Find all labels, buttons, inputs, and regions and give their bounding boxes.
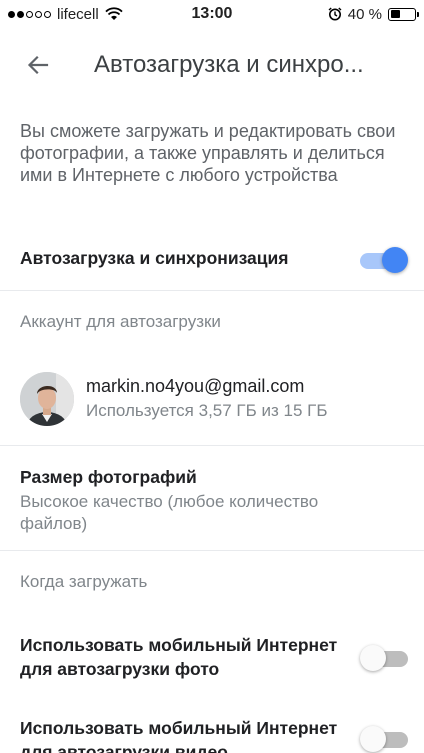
mobile-photo-row[interactable]: Использовать мобильный Интернет для авто… bbox=[0, 625, 424, 685]
sync-toggle-label: Автозагрузка и синхронизация bbox=[20, 248, 289, 268]
alarm-icon bbox=[328, 7, 342, 21]
when-section-header: Когда загружать bbox=[20, 572, 148, 591]
mobile-photo-label-line2: для автозагрузки фото bbox=[20, 659, 220, 679]
toggle-thumb bbox=[360, 726, 386, 752]
page-title: Автозагрузка и синхро... bbox=[94, 51, 364, 78]
mobile-video-label: Использовать мобильный Интернет для авто… bbox=[20, 716, 350, 753]
battery-fill bbox=[390, 10, 400, 18]
divider bbox=[0, 290, 424, 291]
sync-toggle-switch[interactable] bbox=[360, 247, 408, 273]
mobile-photo-label: Использовать мобильный Интернет для авто… bbox=[20, 633, 350, 681]
battery-percent: 40 % bbox=[347, 5, 382, 23]
account-text: markin.no4you@gmail.com Используется 3,5… bbox=[86, 376, 328, 421]
photo-size-title: Размер фотографий bbox=[20, 467, 197, 487]
mobile-photo-label-line1: Использовать мобильный Интернет bbox=[20, 635, 338, 655]
sync-toggle-row[interactable]: Автозагрузка и синхронизация bbox=[0, 232, 424, 288]
account-email: markin.no4you@gmail.com bbox=[86, 376, 305, 396]
avatar-image bbox=[20, 372, 74, 426]
status-left: lifecell bbox=[8, 6, 123, 23]
carrier-name: lifecell bbox=[57, 5, 99, 23]
signal-strength-icon bbox=[8, 10, 51, 18]
mobile-video-toggle[interactable] bbox=[360, 726, 408, 752]
divider bbox=[0, 445, 424, 446]
description-text: Вы сможете загружать и редактировать сво… bbox=[20, 121, 396, 185]
photo-size-row[interactable]: Размер фотографий Высокое качество (любо… bbox=[0, 455, 424, 545]
back-button[interactable] bbox=[18, 45, 58, 85]
mobile-video-row[interactable]: Использовать мобильный Интернет для авто… bbox=[0, 708, 424, 753]
battery-icon bbox=[388, 7, 419, 21]
account-usage: Используется 3,57 ГБ из 15 ГБ bbox=[86, 401, 328, 420]
toggle-thumb bbox=[360, 645, 386, 671]
status-bar: lifecell 13:00 40 % bbox=[0, 0, 424, 28]
arrow-back-icon bbox=[27, 55, 49, 75]
status-right: 40 % bbox=[328, 5, 419, 23]
mobile-video-label-line2: для автозагрузки видео bbox=[20, 742, 228, 753]
divider bbox=[0, 550, 424, 551]
mobile-video-label-line1: Использовать мобильный Интернет bbox=[20, 718, 338, 738]
toggle-thumb bbox=[382, 247, 408, 273]
avatar[interactable] bbox=[20, 372, 74, 426]
photo-size-value: Высокое качество (любое количество файло… bbox=[20, 492, 319, 533]
app-bar: Автозагрузка и синхро... bbox=[0, 36, 424, 94]
mobile-photo-toggle[interactable] bbox=[360, 645, 408, 671]
wifi-icon bbox=[105, 7, 123, 20]
account-section-header: Аккаунт для автозагрузки bbox=[20, 312, 221, 331]
